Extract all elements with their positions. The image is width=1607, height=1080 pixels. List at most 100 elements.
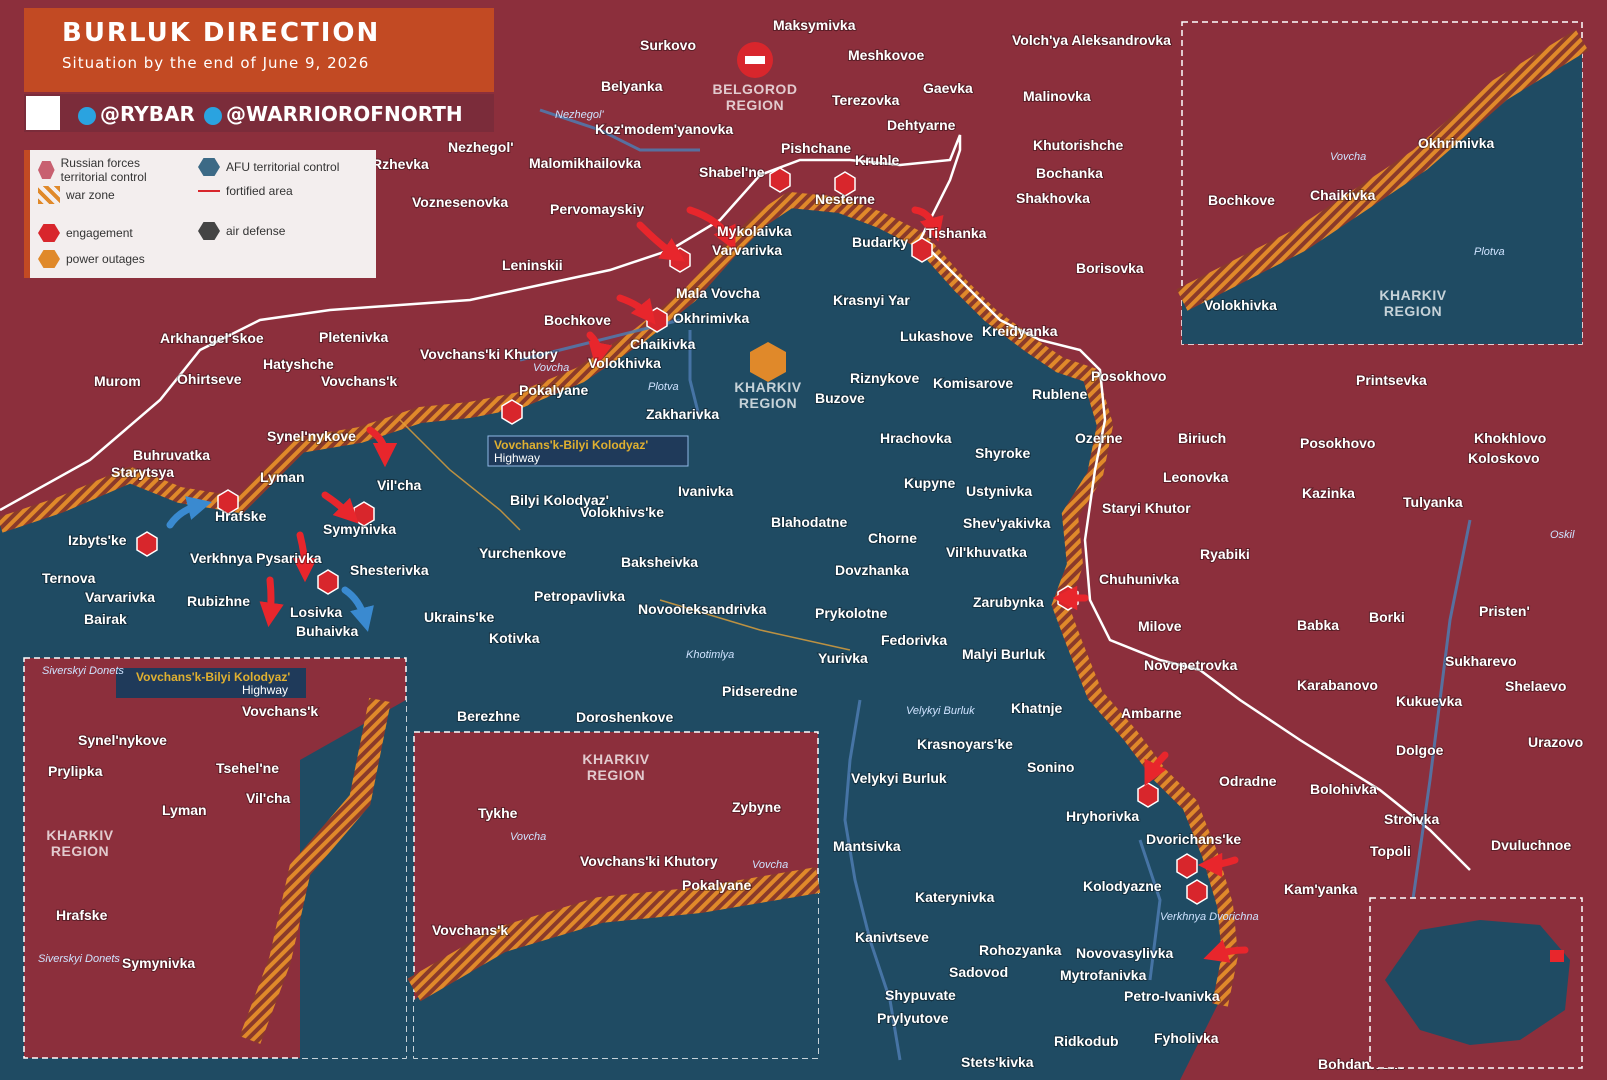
legend-air-defense: air defense <box>198 222 285 240</box>
svg-text:Vovchans'k-Bilyi Kolodyaz': Vovchans'k-Bilyi Kolodyaz' <box>494 438 648 452</box>
place-label: Leonovka <box>1163 469 1229 485</box>
place-label: Koloskovo <box>1468 450 1540 466</box>
svg-text:KHARKIV: KHARKIV <box>46 827 113 843</box>
legend: Russian forces territorial control war z… <box>24 150 376 278</box>
place-label: Kolodyazne <box>1083 878 1162 894</box>
legend-engagement: engagement <box>38 224 133 242</box>
place-label: Baksheivka <box>621 554 698 570</box>
svg-text:KHARKIV: KHARKIV <box>582 751 649 767</box>
place-label: Shev'yakivka <box>963 515 1051 531</box>
place-label: Novooleksandrivka <box>638 601 767 617</box>
engagement-icon <box>1176 853 1198 879</box>
place-label: Khokhlovo <box>1474 430 1546 446</box>
place-label: Kanivtseve <box>855 929 929 945</box>
place-label: Stets'kivka <box>961 1054 1034 1070</box>
place-label: Fyholivka <box>1154 1030 1219 1046</box>
place-label: Velykyi Burluk <box>851 770 947 786</box>
engagement-icon <box>1186 879 1208 905</box>
place-label: Nesterne <box>815 191 875 207</box>
place-label: Krasnoyars'ke <box>917 736 1013 752</box>
place-label: Kupyne <box>904 475 956 491</box>
legend-war-zone: war zone <box>38 186 115 204</box>
engagement-icon <box>911 237 933 263</box>
place-label: Tulyanka <box>1403 494 1463 510</box>
legend-russian: Russian forces territorial control <box>38 156 188 184</box>
place-label: Khatnje <box>1011 700 1063 716</box>
place-label: Volokhivka <box>588 355 661 371</box>
place-label: Fedorivka <box>881 632 947 648</box>
svg-text:Okhrimivka: Okhrimivka <box>1418 135 1494 151</box>
inset-ne: Okhrimivka Bochkove Chaikivka Volokhivka… <box>1176 21 1589 345</box>
svg-text:REGION: REGION <box>726 97 784 113</box>
svg-text:Vil'cha: Vil'cha <box>246 790 291 806</box>
place-label: Gaevka <box>923 80 973 96</box>
place-label: Karabanovo <box>1297 677 1378 693</box>
page-title: BURLUK DIRECTION <box>62 18 381 48</box>
svg-text:Highway: Highway <box>242 683 288 697</box>
place-label: Volch'ya Aleksandrovka <box>1012 32 1171 48</box>
place-label: Lukashove <box>900 328 973 344</box>
place-label: Voznesenovka <box>412 194 508 210</box>
russian-swatch-icon <box>38 161 55 179</box>
place-label: Nezhegol' <box>448 139 514 155</box>
place-label: Riznykove <box>850 370 919 386</box>
svg-text:Hrafske: Hrafske <box>56 907 108 923</box>
place-label: Dvuluchnoe <box>1491 837 1571 853</box>
place-label: Synel'nykove <box>267 428 356 444</box>
place-label: Chorne <box>868 530 917 546</box>
svg-text:KHARKIV: KHARKIV <box>1379 287 1446 303</box>
social-bar: @RYBAR @WARRIOROFNORTH <box>24 94 494 132</box>
svg-text:BELGOROD: BELGOROD <box>713 81 798 97</box>
svg-text:Vovchans'k-Bilyi Kolodyaz': Vovchans'k-Bilyi Kolodyaz' <box>136 670 290 684</box>
svg-text:Vovchans'k: Vovchans'k <box>242 703 318 719</box>
telegram-icon <box>204 106 222 125</box>
place-label: Pletenivka <box>319 329 388 345</box>
place-label: Pishchane <box>781 140 851 156</box>
place-label: Vovchans'k <box>321 373 397 389</box>
air-defense-icon <box>198 222 220 240</box>
highway-callout: Vovchans'k-Bilyi Kolodyaz' Highway <box>487 435 689 467</box>
place-label: Posokhovo <box>1091 368 1166 384</box>
place-label: Zakharivka <box>646 406 719 422</box>
place-label: Buzove <box>815 390 865 406</box>
svg-text:REGION: REGION <box>1384 303 1442 319</box>
place-label: Stroivka <box>1384 811 1439 827</box>
place-label: Ukrains'ke <box>424 609 494 625</box>
place-label: Malomikhailovka <box>529 155 641 171</box>
place-label: Okhrimivka <box>673 310 749 326</box>
place-label: Chaikivka <box>630 336 696 352</box>
place-label: Bairak <box>84 611 127 627</box>
place-label: Borisovka <box>1076 260 1144 276</box>
place-label: Prykolotne <box>815 605 888 621</box>
page-subtitle: Situation by the end of June 9, 2026 <box>62 54 370 72</box>
place-label: Kukuevka <box>1396 693 1462 709</box>
place-label: Rohozyanka <box>979 942 1062 958</box>
place-label: Symynivka <box>323 521 396 537</box>
place-label: Belyanka <box>601 78 663 94</box>
place-label: Blahodatne <box>771 514 847 530</box>
place-label: Biriuch <box>1178 430 1226 446</box>
place-label: Ryabiki <box>1200 546 1250 562</box>
place-label: Pristen' <box>1479 603 1530 619</box>
place-label: Odradne <box>1219 773 1277 789</box>
svg-text:Symynivka: Symynivka <box>122 955 195 971</box>
place-label: Ambarne <box>1121 705 1182 721</box>
place-label: Doroshenkove <box>576 709 673 725</box>
place-label: Bochkove <box>544 312 611 328</box>
place-label: Buhaivka <box>296 623 358 639</box>
svg-text:Bochkove: Bochkove <box>1208 192 1275 208</box>
place-label: Kotivka <box>489 630 540 646</box>
legend-power-outages: power outages <box>38 250 145 268</box>
place-label: Shelaevo <box>1505 678 1566 694</box>
place-label: Rubizhne <box>187 593 250 609</box>
place-label: Milove <box>1138 618 1182 634</box>
place-label: Katerynivka <box>915 889 995 905</box>
place-label: Ridkodub <box>1054 1033 1119 1049</box>
place-label: Topoli <box>1370 843 1411 859</box>
place-label: Babka <box>1297 617 1339 633</box>
place-label: Buhruvatka <box>133 447 210 463</box>
place-label: Pokalyane <box>519 382 588 398</box>
place-label: Volokhivs'ke <box>580 504 664 520</box>
place-label: Hrafske <box>215 508 267 524</box>
place-label: Rzhevka <box>372 156 429 172</box>
